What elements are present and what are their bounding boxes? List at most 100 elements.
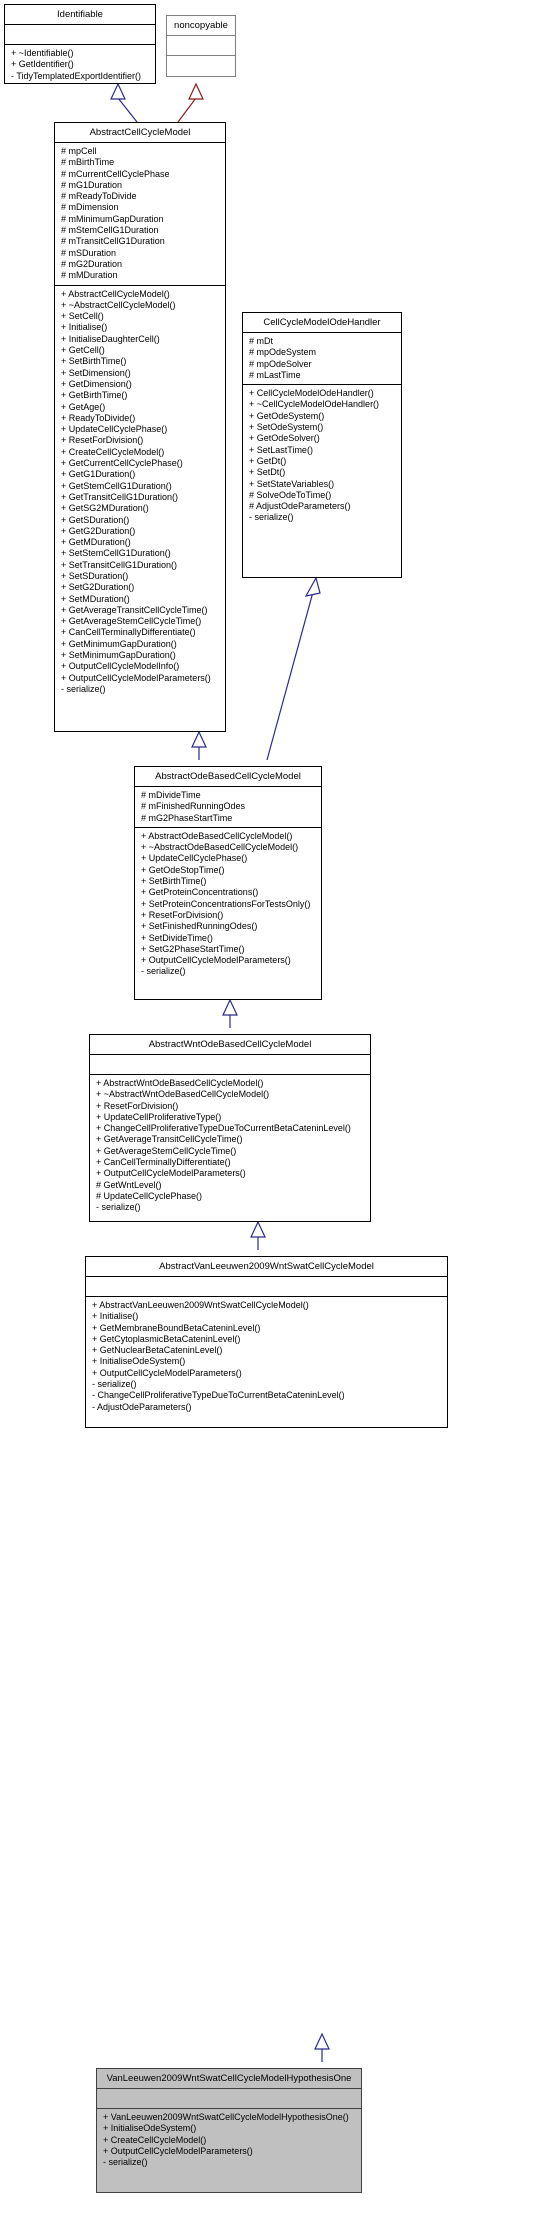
class-member: - ChangeCellProliferativeTypeDueToCurren…	[92, 1390, 345, 1401]
class-member: + GetAverageStemCellCycleTime()	[61, 616, 202, 627]
class-member: + SetSDuration()	[61, 570, 129, 581]
class-member: + GetOdeStopTime()	[141, 864, 225, 875]
class-title-identifiable: Identifiable	[5, 5, 155, 25]
class-box-abstract-wnt-ode-based-cell-cycle-model[interactable]: AbstractWntOdeBasedCellCycleModel + Abst…	[89, 1034, 371, 1222]
class-member: + ReadyToDivide()	[61, 412, 136, 423]
class-member: + AbstractVanLeeuwen2009WntSwatCellCycle…	[92, 1300, 309, 1310]
class-member: # mDimension	[61, 202, 119, 213]
class-methods-abstract-ode-based-cell-cycle-model: + AbstractOdeBasedCellCycleModel() + ~Ab…	[135, 828, 321, 981]
class-member: + ~AbstractWntOdeBasedCellCycleModel()	[96, 1089, 270, 1100]
class-member: + SetMDuration()	[61, 593, 130, 604]
class-member: + ResetForDivision()	[96, 1100, 179, 1111]
class-member: + Initialise()	[92, 1311, 139, 1322]
class-methods-cell-cycle-model-ode-handler: + CellCycleModelOdeHandler() + ~CellCycl…	[243, 385, 401, 527]
class-title-abstract-ode-based-cell-cycle-model: AbstractOdeBasedCellCycleModel	[135, 767, 321, 787]
class-member: # mpOdeSolver	[249, 358, 312, 369]
edge-abstractodebased-to-odehandler	[266, 576, 321, 761]
class-member: + OutputCellCycleModelParameters()	[103, 2145, 253, 2156]
class-member: + ChangeCellProliferativeTypeDueToCurren…	[96, 1123, 351, 1134]
class-member: + AbstractWntOdeBasedCellCycleModel()	[96, 1078, 264, 1088]
class-box-identifiable[interactable]: Identifiable + ~Identifiable() + GetIden…	[4, 4, 156, 84]
class-member: - serialize()	[249, 512, 294, 523]
edge-hypothesisone-to-abstractvanleeuwen	[314, 2032, 330, 2062]
edge-abstractcellcyclemodel-to-noncopyable	[177, 82, 204, 123]
class-member: + SetLastTime()	[249, 444, 313, 455]
class-member: + SetCell()	[61, 311, 104, 322]
class-member: + UpdateCellCyclePhase()	[61, 424, 168, 435]
class-title-cell-cycle-model-ode-handler: CellCycleModelOdeHandler	[243, 313, 401, 333]
class-member: # mpOdeSystem	[249, 347, 317, 358]
class-member: + GetDt()	[249, 455, 287, 466]
class-member: - TidyTemplatedExportIdentifier()	[11, 70, 142, 81]
class-member: + CreateCellCycleModel()	[61, 446, 165, 457]
class-member: + GetProteinConcentrations()	[141, 887, 259, 898]
class-member: + GetCell()	[61, 345, 105, 356]
class-attributes-abstract-ode-based-cell-cycle-model: # mDivideTime # mFinishedRunningOdes # m…	[135, 787, 321, 828]
class-member: + CanCellTerminallyDifferentiate()	[61, 627, 196, 638]
class-box-abstract-van-leeuwen-2009-wnt-swat-cell-cycle-model[interactable]: AbstractVanLeeuwen2009WntSwatCellCycleMo…	[85, 1256, 448, 1428]
class-member: + UpdateCellCyclePhase()	[141, 853, 248, 864]
class-member: + SetStateVariables()	[249, 478, 335, 489]
class-member: + OutputCellCycleModelParameters()	[92, 1367, 242, 1378]
class-member: - AdjustOdeParameters()	[92, 1401, 192, 1412]
class-member: + GetAverageTransitCellCycleTime()	[96, 1134, 243, 1145]
class-member: + GetOdeSolver()	[249, 433, 320, 444]
class-member: + Initialise()	[61, 322, 108, 333]
class-member: # mBirthTime	[61, 157, 115, 168]
class-member: + GetSG2MDuration()	[61, 503, 149, 514]
class-member: + ~AbstractOdeBasedCellCycleModel()	[141, 842, 299, 853]
class-member: + ResetForDivision()	[61, 435, 144, 446]
class-box-cell-cycle-model-ode-handler[interactable]: CellCycleModelOdeHandler # mDt # mpOdeSy…	[242, 312, 402, 578]
class-member: # mLastTime	[249, 369, 301, 380]
class-box-abstract-ode-based-cell-cycle-model[interactable]: AbstractOdeBasedCellCycleModel # mDivide…	[134, 766, 322, 1000]
class-member: + GetMDuration()	[61, 537, 131, 548]
class-member: + SetOdeSystem()	[249, 422, 324, 433]
class-title-abstract-van-leeuwen-2009-wnt-swat-cell-cycle-model: AbstractVanLeeuwen2009WntSwatCellCycleMo…	[86, 1257, 447, 1277]
class-box-noncopyable[interactable]: noncopyable	[166, 15, 236, 77]
class-member: + GetStemCellG1Duration()	[61, 480, 172, 491]
class-member: + GetCurrentCellCyclePhase()	[61, 458, 183, 469]
class-attributes-identifiable	[5, 25, 155, 45]
edge-abstractwntodebased-to-abstractodebased	[222, 998, 238, 1028]
class-member: # mMinimumGapDuration	[61, 213, 164, 224]
class-member: + CreateCellCycleModel()	[103, 2134, 207, 2145]
class-box-abstract-cell-cycle-model[interactable]: AbstractCellCycleModel # mpCell # mBirth…	[54, 122, 226, 732]
class-member: - serialize()	[141, 966, 186, 977]
uml-class-diagram: Identifiable + ~Identifiable() + GetIden…	[0, 0, 559, 2219]
class-member: # mG2Duration	[61, 258, 123, 269]
class-member: + GetDimension()	[61, 378, 132, 389]
class-member: # UpdateCellCyclePhase()	[96, 1190, 203, 1201]
class-title-van-leeuwen-2009-wnt-swat-cell-cycle-model-hypothesis-one: VanLeeuwen2009WntSwatCellCycleModelHypot…	[97, 2069, 361, 2089]
class-member: # mStemCellG1Duration	[61, 225, 159, 236]
class-member: + GetOdeSystem()	[249, 410, 325, 421]
class-member: + GetSDuration()	[61, 514, 130, 525]
class-member: # mDt	[249, 336, 274, 346]
class-member: # mSDuration	[61, 247, 117, 258]
class-methods-abstract-van-leeuwen-2009-wnt-swat-cell-cycle-model: + AbstractVanLeeuwen2009WntSwatCellCycle…	[86, 1297, 447, 1416]
class-member: + SetG2Duration()	[61, 582, 135, 593]
class-member: + GetMembraneBoundBetaCateninLevel()	[92, 1322, 261, 1333]
class-member: + InitialiseOdeSystem()	[92, 1356, 186, 1367]
class-member: # mDivideTime	[141, 790, 201, 800]
class-member: + SetMinimumGapDuration()	[61, 650, 176, 661]
class-member: - serialize()	[92, 1379, 137, 1390]
class-member: + ~Identifiable()	[11, 48, 74, 58]
edge-abstractvanleeuwen-to-abstractwntodebased	[250, 1220, 266, 1250]
class-member: + SetDivideTime()	[141, 932, 213, 943]
class-member: + OutputCellCycleModelInfo()	[61, 661, 180, 672]
class-member: + SetProteinConcentrationsForTestsOnly()	[141, 898, 311, 909]
class-methods-abstract-cell-cycle-model: + AbstractCellCycleModel() + ~AbstractCe…	[55, 286, 225, 699]
class-member: + GetTransitCellG1Duration()	[61, 491, 178, 502]
class-attributes-abstract-cell-cycle-model: # mpCell # mBirthTime # mCurrentCellCycl…	[55, 143, 225, 286]
class-member: # mReadyToDivide	[61, 191, 137, 202]
class-member: + GetBirthTime()	[61, 390, 128, 401]
class-member: + ~AbstractCellCycleModel()	[61, 299, 176, 310]
class-member: + SetDt()	[249, 467, 286, 478]
class-member: + GetAge()	[61, 401, 106, 412]
class-member: + CanCellTerminallyDifferentiate()	[96, 1157, 231, 1168]
class-member: # GetWntLevel()	[96, 1179, 162, 1190]
class-member: + AbstractOdeBasedCellCycleModel()	[141, 830, 293, 841]
class-attributes-abstract-van-leeuwen-2009-wnt-swat-cell-cycle-model	[86, 1277, 447, 1297]
class-box-van-leeuwen-2009-wnt-swat-cell-cycle-model-hypothesis-one[interactable]: VanLeeuwen2009WntSwatCellCycleModelHypot…	[96, 2068, 362, 2193]
class-member: + SetFinishedRunningOdes()	[141, 921, 258, 932]
